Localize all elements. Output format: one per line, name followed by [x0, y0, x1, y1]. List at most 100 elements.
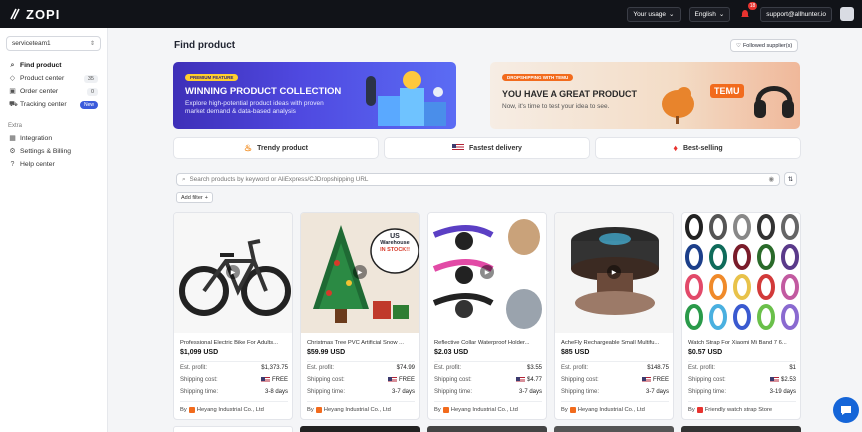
help-icon: ? [10, 161, 15, 168]
sort-icon: ⇅ [787, 176, 794, 183]
play-video-button[interactable]: ▶ [353, 265, 367, 279]
avatar[interactable] [840, 7, 854, 21]
tab-label: Best-selling [682, 144, 723, 152]
product-price: $0.57 USD [688, 349, 723, 356]
shipping-cost-value: $4.77 [526, 377, 542, 383]
next-row-card [681, 426, 801, 432]
product-title[interactable]: Christmas Tree PVC Artificial Snow ... [307, 340, 415, 346]
product-image[interactable]: US Warehouse IN STOCK!! ▶ [301, 213, 419, 333]
sidebar-item-integration[interactable]: ▦ Integration [6, 132, 101, 145]
est-profit-label: Est. profit: [688, 365, 716, 371]
temu-tag: DROPSHIPPING WITH TEMU [502, 74, 574, 81]
product-title[interactable]: Reflective Collar Waterproof Holder... [434, 340, 542, 346]
banner-subtitle: Explore high-potential product ideas wit… [185, 100, 324, 115]
search-bar[interactable]: ⌕ ◉ [176, 173, 780, 186]
supplier-info[interactable]: By Friendly watch strap Store [688, 407, 772, 413]
shipping-time-row: Shipping time: 3-8 days [180, 389, 288, 395]
product-image[interactable]: ▶ [174, 213, 292, 333]
product-card[interactable]: Watch Strap For Xiaomi Mi Band 7 6... $0… [681, 212, 801, 420]
top-bar: ZOPI Your usage ⌄ English ⌄ 18 support@all… [0, 0, 862, 28]
grid-icon: ▦ [9, 135, 16, 142]
est-profit-label: Est. profit: [561, 365, 589, 371]
sidebar-item-label: Help center [20, 161, 55, 168]
search-input[interactable] [189, 176, 765, 183]
sidebar-item-label: Tracking center [20, 101, 67, 108]
product-price: $85 USD [561, 349, 590, 356]
shipping-cost-row: Shipping cost: $2.53 [688, 377, 796, 383]
usage-dropdown[interactable]: Your usage ⌄ [627, 6, 681, 22]
us-flag-icon [515, 377, 525, 383]
shipping-time-value: 3-8 days [264, 389, 288, 395]
language-dropdown[interactable]: English ⌄ [688, 6, 731, 22]
supplier-info[interactable]: By Heyang Industrial Co., Ltd [307, 407, 391, 413]
premium-tag: PREMIUM FEATURE [185, 74, 239, 81]
est-profit-label: Est. profit: [180, 365, 208, 371]
play-video-button[interactable]: ▶ [480, 265, 494, 279]
by-label: By [688, 407, 695, 413]
est-profit-value: $1 [789, 365, 796, 371]
sidebar-item-label: Integration [20, 135, 53, 142]
aliexpress-icon [315, 407, 322, 413]
shipping-cost-value: FREE [652, 377, 669, 383]
product-title[interactable]: Watch Strap For Xiaomi Mi Band 7 6... [688, 340, 796, 346]
product-image[interactable]: ▶ [555, 213, 673, 333]
shipping-cost-label: Shipping cost: [688, 377, 726, 383]
product-image[interactable] [682, 213, 800, 333]
sidebar-item-help-center[interactable]: ? Help center [6, 158, 101, 171]
sidebar-item-product-center[interactable]: ◇ Product center 35 [6, 72, 101, 85]
shipping-time-value: 3-7 days [645, 389, 669, 395]
supplier-name: Heyang Industrial Co., Ltd [450, 407, 518, 413]
product-card[interactable]: ▶ AcheFly Rechargeable Small Multifu... … [554, 212, 674, 420]
play-video-button[interactable]: ▶ [607, 265, 621, 279]
sidebar-item-tracking-center[interactable]: ⛟ Tracking center New [6, 98, 101, 111]
sidebar-item-settings-billing[interactable]: ⚙ Settings & Billing [6, 145, 101, 158]
aliexpress-icon [569, 407, 576, 413]
team-name: serviceteam1 [12, 40, 51, 47]
shipping-cost-row: Shipping cost: FREE [180, 377, 288, 383]
product-card[interactable]: US Warehouse IN STOCK!! ▶ Christmas Tree… [300, 212, 420, 420]
notification-button[interactable]: 18 [738, 2, 758, 21]
product-price: $1,099 USD [180, 349, 219, 356]
tab-fastest-delivery[interactable]: Fastest delivery [384, 137, 590, 159]
tab-label: Fastest delivery [469, 144, 522, 152]
product-card[interactable]: ▶ Professional Electric Bike For Adults.… [173, 212, 293, 420]
divider [434, 361, 542, 362]
shipping-time-row: Shipping time: 3-7 days [434, 389, 542, 395]
us-flag-icon [387, 377, 397, 383]
chat-support-button[interactable] [833, 397, 859, 423]
extra-section-label: Extra [8, 123, 23, 129]
add-filter-button[interactable]: Add filter + [176, 192, 213, 203]
shipping-cost-label: Shipping cost: [434, 377, 472, 383]
shipping-cost-value: FREE [271, 377, 288, 383]
product-image[interactable]: ▶ [428, 213, 546, 333]
sidebar-item-order-center[interactable]: ▣ Order center 0 [6, 85, 101, 98]
supplier-info[interactable]: By Heyang Industrial Co., Ltd [434, 407, 518, 413]
sidebar-item-find-product[interactable]: ⌕ Find product [6, 59, 101, 72]
product-title[interactable]: Professional Electric Bike For Adults... [180, 340, 288, 346]
tab-trendy-product[interactable]: ♨ Trendy product [173, 137, 379, 159]
winning-product-banner[interactable]: PREMIUM FEATURE WINNING PRODUCT COLLECTI… [173, 62, 456, 129]
supplier-name: Heyang Industrial Co., Ltd [577, 407, 645, 413]
notification-badge: 18 [747, 2, 758, 10]
search-icon: ⌕ [10, 62, 15, 69]
logo[interactable]: ZOPI [8, 7, 60, 22]
count-badge: 0 [86, 87, 98, 96]
team-selector[interactable]: serviceteam1 ⇕ [6, 36, 101, 51]
user-menu[interactable]: support@allhunter.io [760, 6, 832, 22]
supplier-info[interactable]: By Heyang Industrial Co., Ltd [180, 407, 264, 413]
supplier-info[interactable]: By Heyang Industrial Co., Ltd [561, 407, 645, 413]
product-title[interactable]: AcheFly Rechargeable Small Multifu... [561, 340, 669, 346]
shipping-cost-row: Shipping cost: $4.77 [434, 377, 542, 383]
camera-icon[interactable]: ◉ [769, 176, 775, 183]
est-profit-label: Est. profit: [307, 365, 335, 371]
followed-suppliers-button[interactable]: ♡ Followed supplier(s) [730, 39, 799, 52]
bird-illustration-icon [662, 87, 694, 124]
sort-button[interactable]: ⇅ [784, 172, 797, 186]
chevron-updown-icon: ⇕ [89, 41, 95, 47]
play-video-button[interactable]: ▶ [226, 265, 240, 279]
tab-best-selling[interactable]: ♦ Best-selling [595, 137, 801, 159]
gear-icon: ⚙ [9, 148, 16, 155]
temu-banner[interactable]: DROPSHIPPING WITH TEMU YOU HAVE A GREAT … [490, 62, 800, 129]
us-flag-icon [452, 144, 465, 152]
product-card[interactable]: ▶ Reflective Collar Waterproof Holder...… [427, 212, 547, 420]
